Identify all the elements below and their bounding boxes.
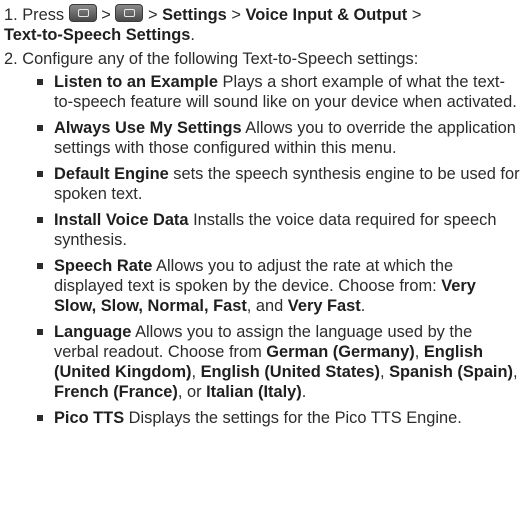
path-voice-input-output: Voice Input & Output xyxy=(245,6,408,24)
step-2: 2. Configure any of the following Text-t… xyxy=(4,49,520,69)
item-title: Language xyxy=(54,323,132,341)
list-item: Speech Rate Allows you to adjust the rat… xyxy=(37,256,520,316)
menu-key-icon xyxy=(115,4,144,22)
step-text: Press xyxy=(22,6,65,24)
option-name: German (Germany) xyxy=(266,343,415,361)
item-description: Displays the settings for the Pico TTS E… xyxy=(124,409,462,427)
menu-key-icon xyxy=(68,4,97,22)
option-separator: , or xyxy=(177,383,207,401)
option-name: English (United States) xyxy=(200,363,380,381)
option-name: French (France) xyxy=(54,383,178,401)
document-page: 1. Press > > Settings > Voice Input & Ou… xyxy=(0,0,524,519)
path-separator: > xyxy=(411,6,422,24)
item-title: Default Engine xyxy=(54,165,169,183)
option-separator: , and xyxy=(246,297,288,315)
list-item: Install Voice Data Installs the voice da… xyxy=(37,210,520,250)
option-separator: . xyxy=(360,297,366,315)
bullet-icon xyxy=(37,329,43,335)
bullet-icon xyxy=(37,125,43,131)
item-title: Install Voice Data xyxy=(54,211,189,229)
option-separator: , xyxy=(512,363,518,381)
bullet-icon xyxy=(37,171,43,177)
path-separator: > xyxy=(231,6,241,24)
path-tts-settings: Text-to-Speech Settings xyxy=(4,26,191,44)
option-name: Italian (Italy) xyxy=(206,383,302,401)
step-1: 1. Press > > Settings > Voice Input & Ou… xyxy=(4,4,520,45)
option-separator: . xyxy=(301,383,307,401)
list-item: Language Allows you to assign the langua… xyxy=(37,322,520,402)
bullet-icon xyxy=(37,263,43,269)
item-title: Always Use My Settings xyxy=(54,119,242,137)
item-title: Listen to an Example xyxy=(54,73,218,91)
bullet-icon xyxy=(37,415,43,421)
step-text: Configure any of the following Text-to-S… xyxy=(22,50,419,68)
option-name: Very Fast xyxy=(287,297,361,315)
list-item: Pico TTS Displays the settings for the P… xyxy=(37,408,520,428)
option-separator: , xyxy=(380,363,390,381)
step-number: 2. xyxy=(4,50,18,68)
path-settings: Settings xyxy=(162,6,227,24)
path-separator: > xyxy=(147,6,158,24)
bullet-icon xyxy=(37,79,43,85)
period: . xyxy=(190,26,195,44)
option-name: Spanish (Spain) xyxy=(389,363,513,381)
item-title: Pico TTS xyxy=(54,409,125,427)
option-separator: , xyxy=(191,363,201,381)
step-number: 1. xyxy=(4,6,18,24)
bullet-icon xyxy=(37,217,43,223)
list-item: Default Engine sets the speech synthesis… xyxy=(37,164,520,204)
path-separator: > xyxy=(101,6,111,24)
item-title: Speech Rate xyxy=(54,257,153,275)
settings-list: Listen to an Example Plays a short examp… xyxy=(37,72,520,434)
option-separator: , xyxy=(414,343,424,361)
list-item: Listen to an Example Plays a short examp… xyxy=(37,72,520,112)
list-item: Always Use My Settings Allows you to ove… xyxy=(37,118,520,158)
